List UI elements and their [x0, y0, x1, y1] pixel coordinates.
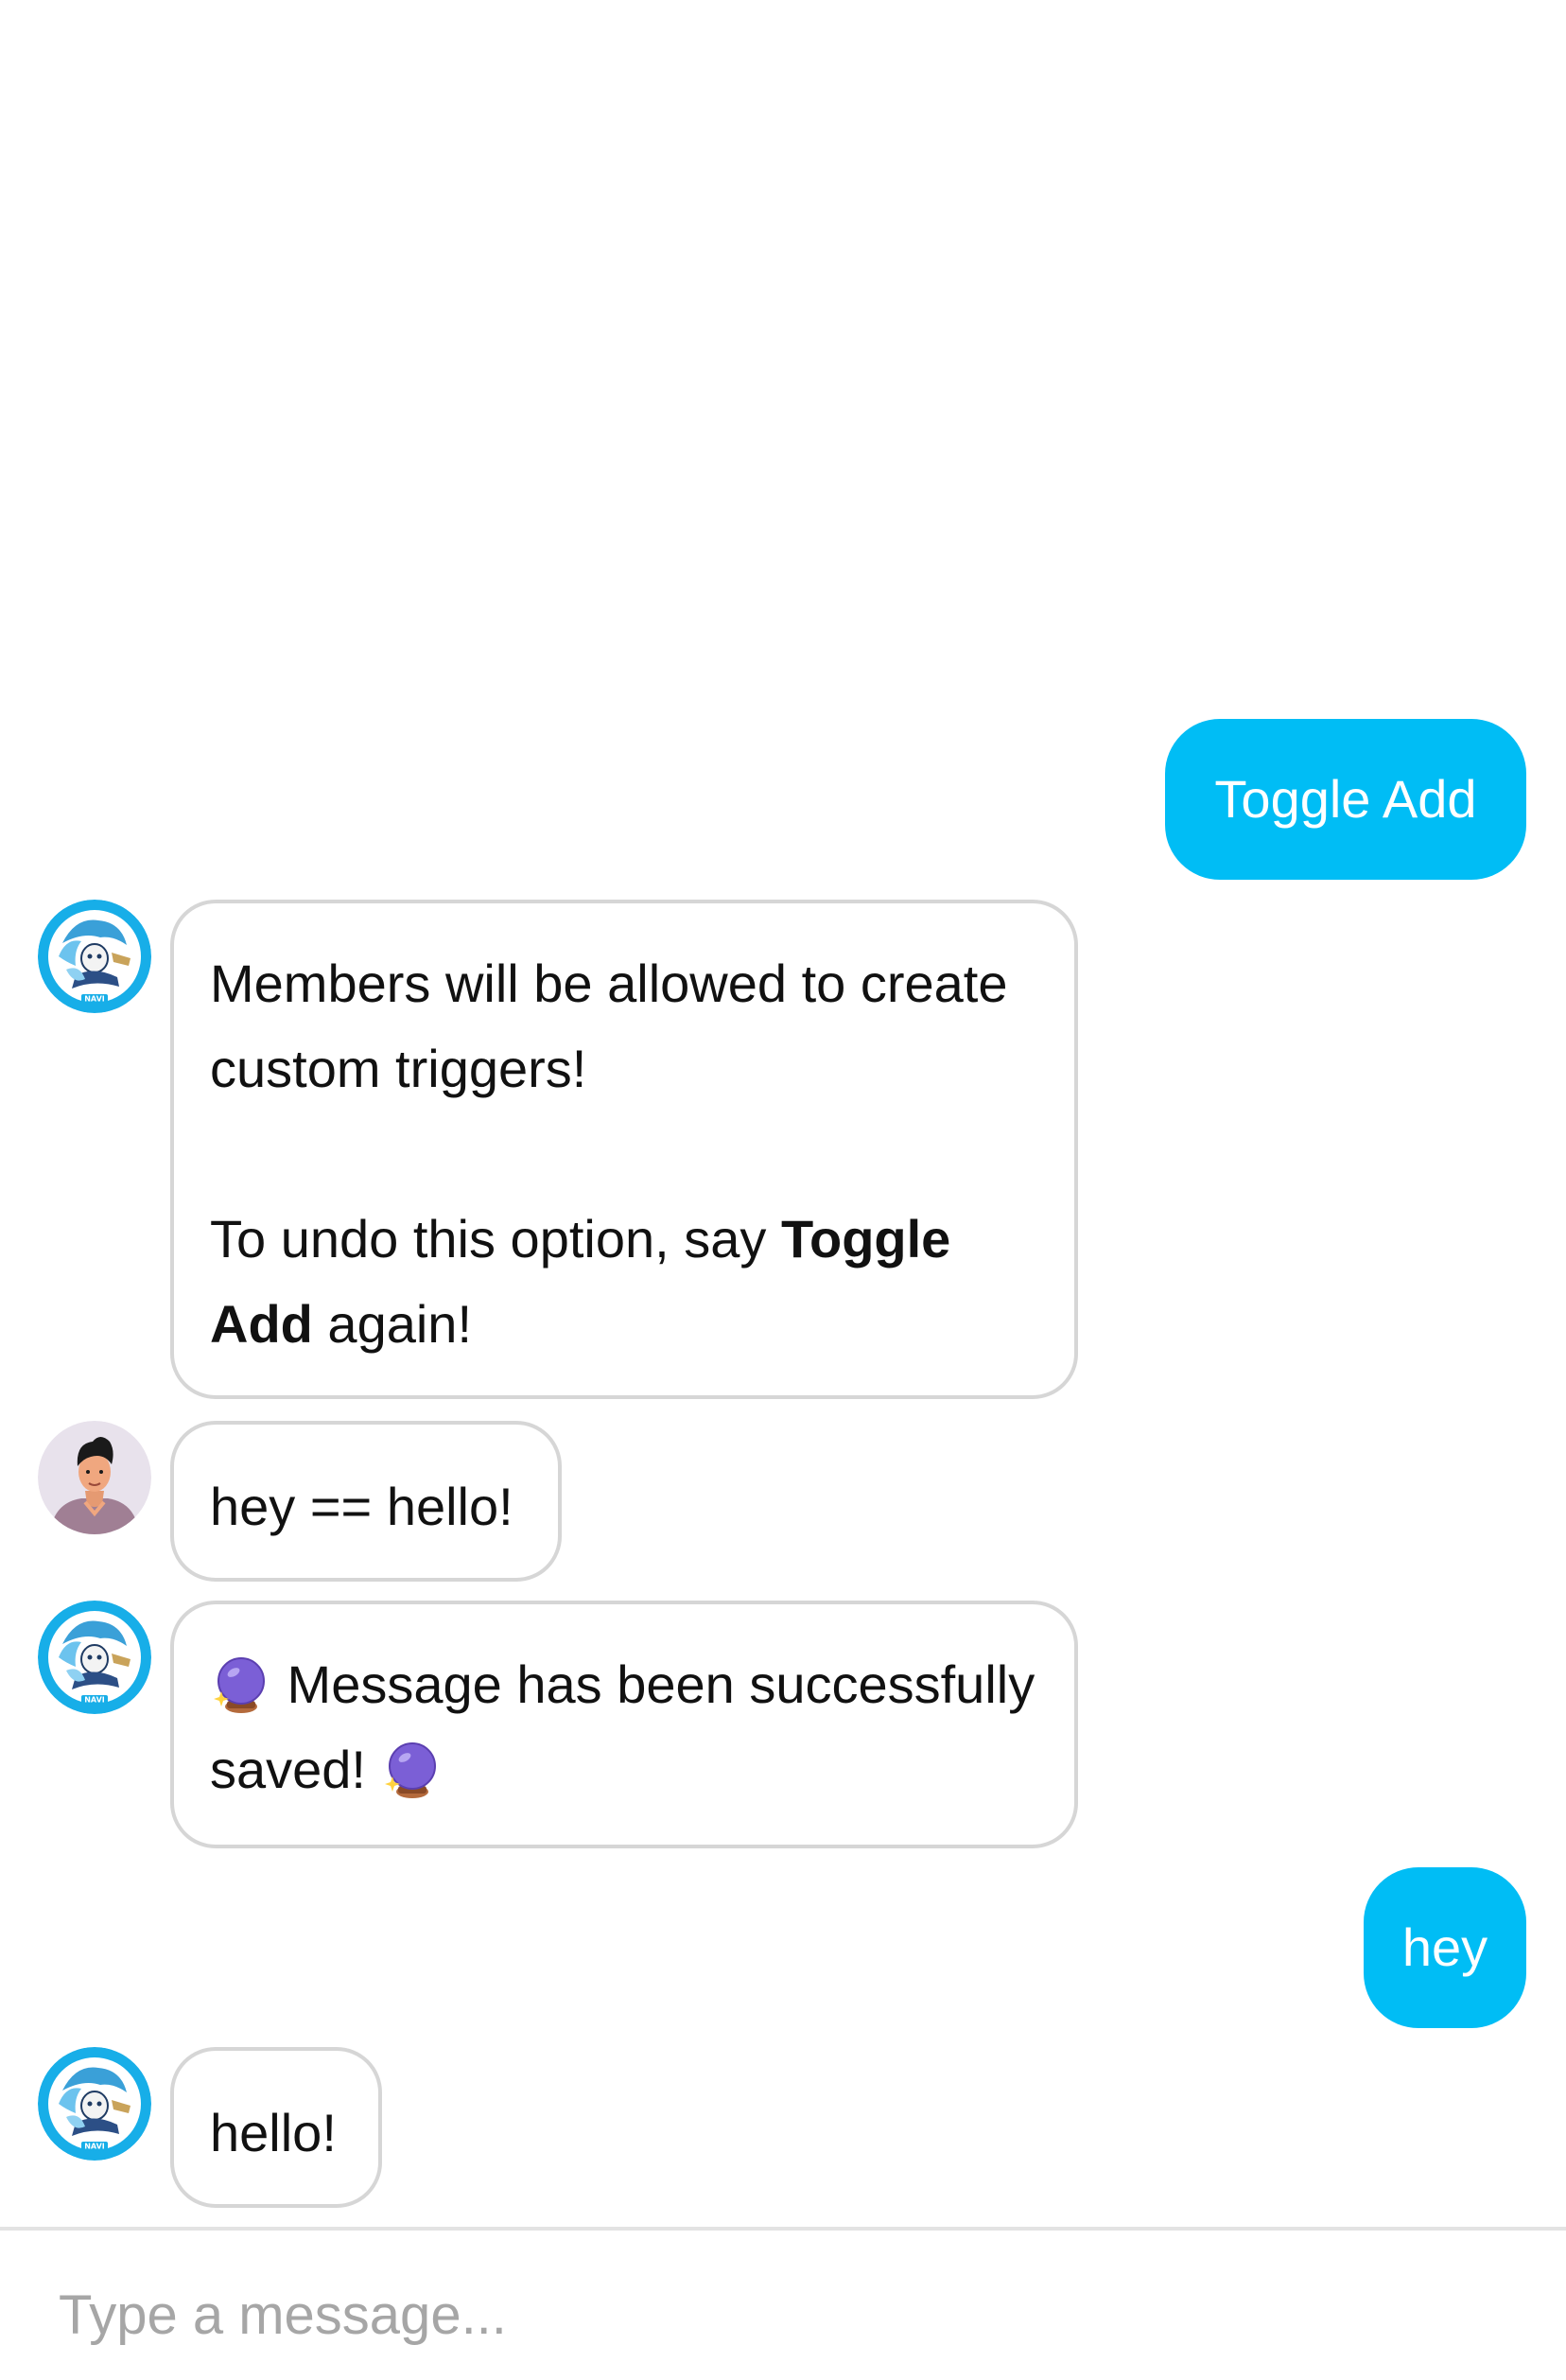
message-text: Members will be allowed to create custom… [210, 954, 1008, 1098]
bot-avatar[interactable]: NAVI [38, 900, 151, 1013]
outgoing-message-bubble: hey [1364, 1867, 1526, 2028]
avatar-badge-text: NAVI [84, 1696, 105, 1705]
crystal-ball-icon [210, 1654, 272, 1716]
bot-avatar[interactable]: NAVI [38, 2047, 151, 2161]
incoming-message-bubble: Message has been successfully saved! [170, 1601, 1078, 1848]
navi-avatar-image: NAVI [38, 900, 151, 1013]
message-text: hey == hello! [210, 1477, 513, 1536]
navi-avatar-image: NAVI [38, 1601, 151, 1714]
message-text: hey [1401, 1917, 1488, 1977]
incoming-message-bubble: hey == hello! [170, 1421, 562, 1582]
bot-avatar[interactable]: NAVI [38, 1601, 151, 1714]
outgoing-message-bubble: Toggle Add [1165, 719, 1526, 880]
person-avatar-image [38, 1421, 151, 1534]
message-composer [0, 2231, 1566, 2380]
message-input[interactable] [59, 2283, 1507, 2347]
message-text: Toggle Add [1214, 769, 1477, 829]
incoming-message-bubble: hello! [170, 2047, 382, 2208]
message-text: To undo this option, say Toggle Add agai… [210, 1209, 951, 1354]
navi-avatar-image: NAVI [38, 2047, 151, 2161]
avatar-badge-text: NAVI [84, 2143, 105, 2151]
message-text: Message has been successfully saved! [210, 1654, 1035, 1801]
message-text: hello! [210, 2103, 337, 2162]
member-avatar[interactable] [38, 1421, 151, 1534]
crystal-ball-icon [381, 1739, 444, 1801]
avatar-badge-text: NAVI [84, 995, 105, 1004]
incoming-message-bubble: Members will be allowed to create custom… [170, 900, 1078, 1399]
